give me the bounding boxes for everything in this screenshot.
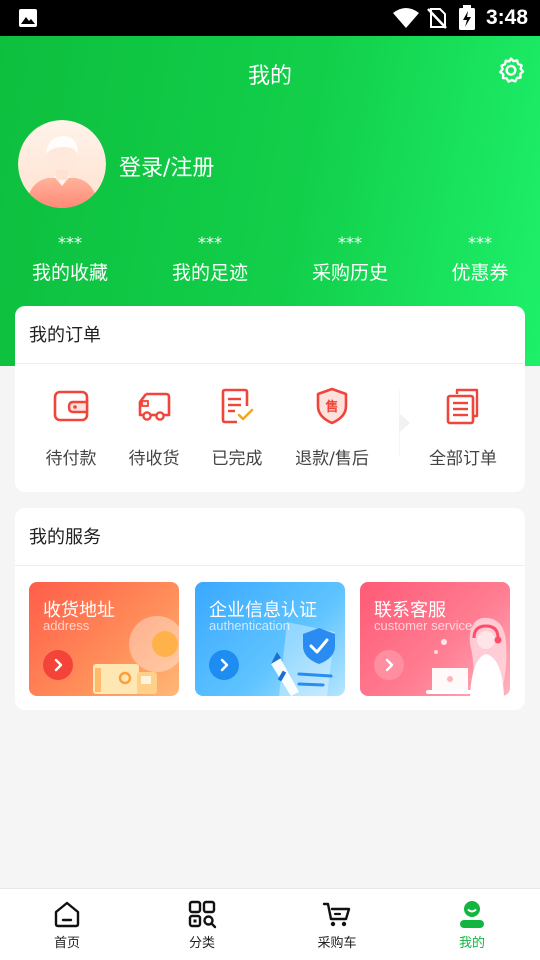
battery-charging-icon	[459, 5, 475, 30]
orders-card: 我的订单 待付款 待收货 已完成 售 退款/售后 全部订单	[15, 306, 525, 492]
chevron-right-icon[interactable]	[209, 650, 239, 680]
status-bar: 3:48	[0, 0, 540, 36]
after-sale-shield-icon: 售	[316, 387, 348, 425]
stat-value: ***	[58, 233, 82, 252]
no-sim-icon	[427, 8, 447, 29]
cart-icon	[322, 902, 351, 927]
stat-footprints[interactable]: *** 我的足迹	[140, 232, 280, 285]
stat-label: 采购历史	[311, 262, 388, 284]
stat-coupons[interactable]: *** 优惠券	[410, 232, 540, 285]
wallet-icon	[53, 390, 89, 422]
stats-row: *** 我的收藏 *** 我的足迹 *** 采购历史 *** 优惠券	[0, 232, 540, 292]
divider	[15, 565, 525, 566]
home-icon	[54, 901, 80, 928]
service-subtitle: address	[43, 618, 90, 633]
stat-value: ***	[468, 233, 492, 252]
settings-gear-icon[interactable]	[497, 56, 525, 84]
bottom-tab-bar: 首页 分类 采购车 我的	[0, 888, 540, 960]
delivery-truck-icon	[138, 392, 171, 421]
all-orders-icon	[446, 388, 479, 425]
stat-favorites[interactable]: *** 我的收藏	[0, 232, 140, 285]
tab-home[interactable]: 首页	[17, 899, 117, 951]
orders-title: 我的订单	[29, 325, 101, 346]
chevron-right-icon[interactable]	[43, 650, 73, 680]
divider-arrow	[399, 390, 410, 456]
services-card: 我的服务 收货地址 address 企业信息认证 authentication …	[15, 508, 525, 710]
stat-purchase-history[interactable]: *** 采购历史	[280, 232, 420, 285]
tab-label: 采购车	[317, 936, 357, 951]
page-title: 我的	[247, 64, 292, 89]
divider	[15, 363, 525, 364]
service-subtitle: customer service	[374, 618, 473, 633]
tab-label: 我的	[458, 936, 485, 951]
order-label: 已完成	[211, 449, 263, 469]
tab-category[interactable]: 分类	[152, 899, 252, 951]
status-time: 3:48	[486, 6, 529, 29]
tab-label: 首页	[53, 936, 80, 951]
stat-label: 优惠券	[451, 262, 509, 284]
service-subtitle: authentication	[209, 618, 290, 633]
order-label: 退款/售后	[295, 449, 369, 469]
chevron-right-icon[interactable]	[374, 650, 404, 680]
avatar[interactable]	[18, 120, 106, 208]
login-register-link[interactable]: 登录/注册	[119, 150, 214, 182]
service-authentication[interactable]: 企业信息认证 authentication	[195, 582, 345, 696]
wifi-icon	[393, 8, 419, 28]
stat-label: 我的足迹	[171, 262, 248, 284]
checklist-icon	[221, 388, 254, 424]
tab-label: 分类	[188, 936, 215, 951]
service-address[interactable]: 收货地址 address	[29, 582, 179, 696]
svg-text:售: 售	[325, 399, 338, 415]
tab-profile[interactable]: 我的	[422, 899, 522, 951]
services-title: 我的服务	[29, 527, 101, 548]
stat-label: 我的收藏	[31, 262, 108, 284]
stat-value: ***	[338, 233, 362, 252]
order-completed[interactable]: 已完成	[187, 386, 287, 469]
order-all-orders[interactable]: 全部订单	[413, 386, 513, 469]
stat-value: ***	[198, 233, 222, 252]
order-refund-after-sale[interactable]: 售 退款/售后	[282, 386, 382, 469]
service-customer-service[interactable]: 联系客服 customer service	[360, 582, 510, 696]
category-icon	[188, 900, 217, 929]
profile-icon	[460, 901, 484, 928]
gallery-notification-icon	[19, 9, 37, 27]
order-label: 全部订单	[429, 449, 497, 469]
tab-cart[interactable]: 采购车	[287, 899, 387, 951]
